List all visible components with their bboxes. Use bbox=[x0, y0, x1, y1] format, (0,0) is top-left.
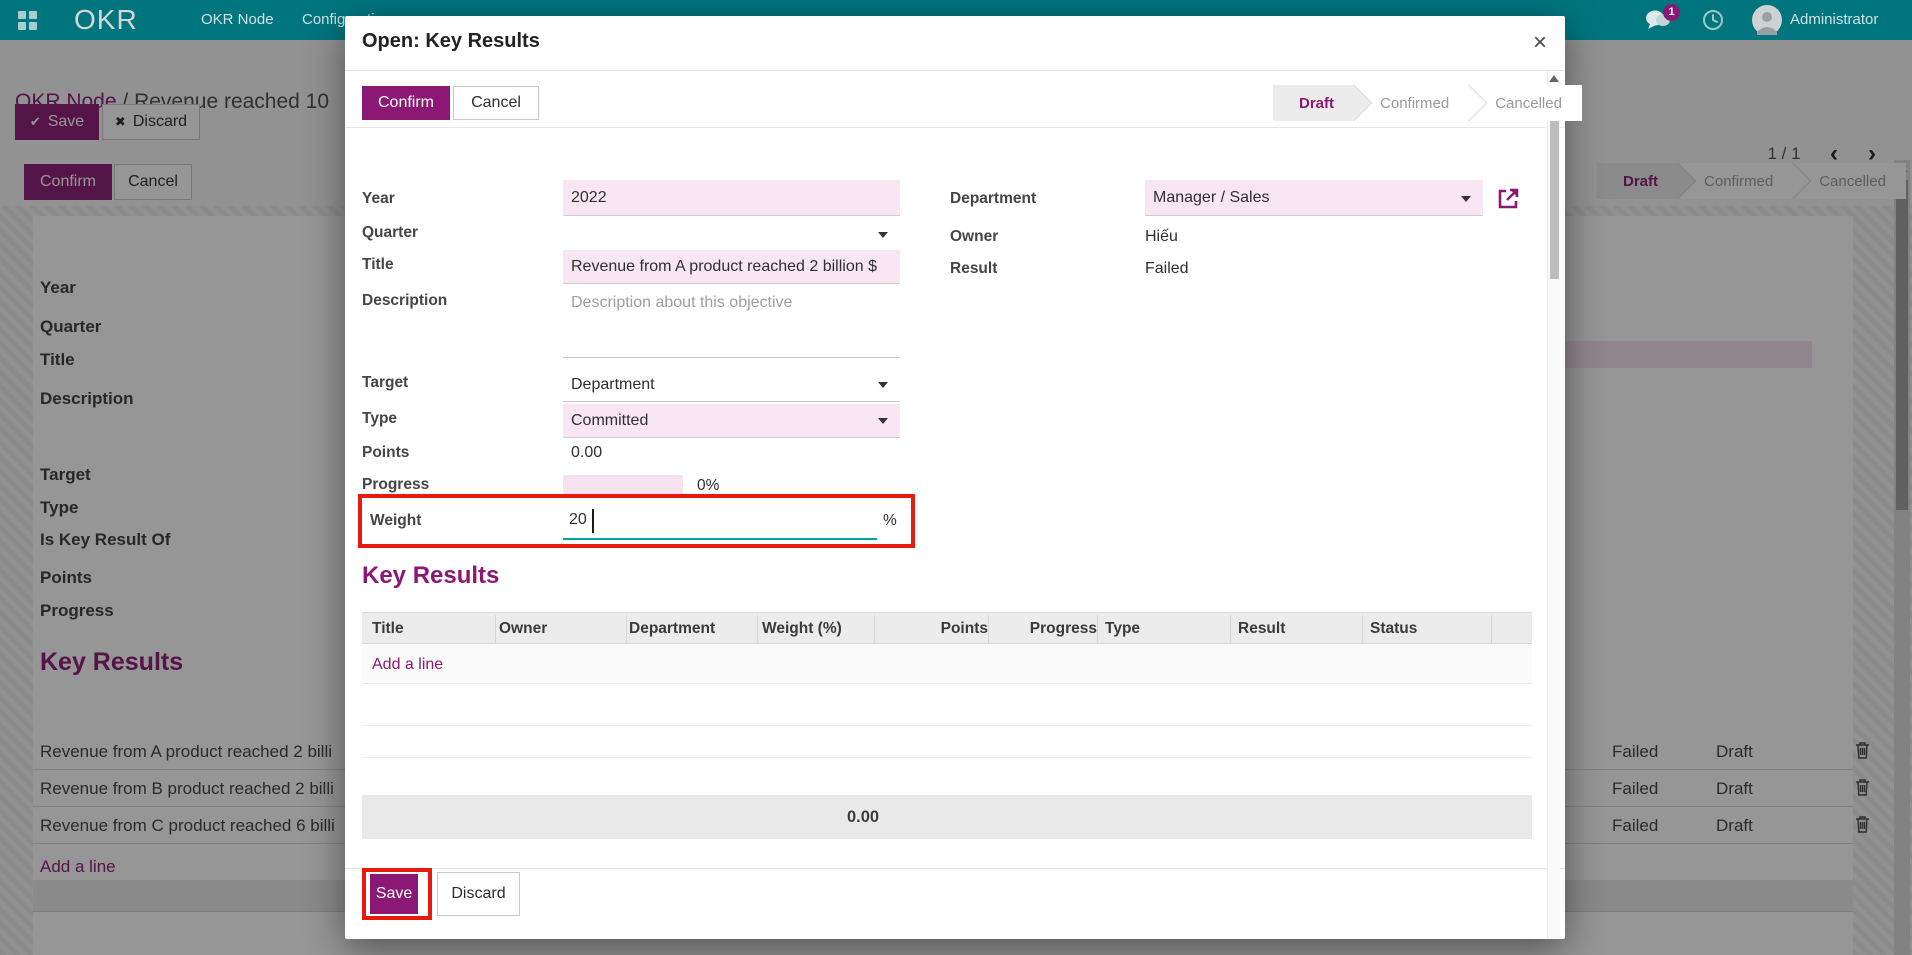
quarter-select[interactable] bbox=[563, 218, 900, 252]
col-title[interactable]: Title bbox=[372, 613, 404, 645]
modal-save-button[interactable]: Save bbox=[370, 874, 418, 914]
text-cursor bbox=[592, 509, 594, 533]
target-select[interactable]: Department bbox=[563, 368, 900, 402]
scroll-up-icon[interactable] bbox=[1549, 75, 1559, 82]
label-owner: Owner bbox=[950, 228, 998, 246]
col-owner[interactable]: Owner bbox=[499, 613, 547, 645]
col-progress[interactable]: Progress bbox=[988, 613, 1097, 645]
weight-input[interactable] bbox=[563, 502, 877, 540]
caret-down-icon bbox=[878, 232, 888, 238]
close-icon[interactable]: × bbox=[1525, 28, 1555, 58]
weight-total-value: 0.00 bbox=[813, 808, 913, 827]
caret-down-icon bbox=[878, 382, 888, 388]
type-value: Committed bbox=[571, 412, 648, 430]
modal-statusbar: Draft Confirmed Cancelled bbox=[1273, 85, 1582, 121]
modal-cancel-button[interactable]: Cancel bbox=[453, 86, 539, 120]
modal-title: Open: Key Results bbox=[362, 30, 540, 53]
caret-down-icon bbox=[878, 418, 888, 424]
label-department: Department bbox=[950, 190, 1036, 208]
department-select[interactable]: Manager / Sales bbox=[1145, 180, 1483, 216]
external-link-icon[interactable] bbox=[1496, 186, 1521, 211]
label-progress: Progress bbox=[362, 476, 429, 494]
label-type: Type bbox=[362, 410, 397, 428]
col-status[interactable]: Status bbox=[1370, 613, 1417, 645]
modal-confirm-label: Confirm bbox=[378, 94, 434, 112]
add-a-line[interactable]: Add a line bbox=[372, 645, 443, 684]
col-type[interactable]: Type bbox=[1105, 613, 1140, 645]
result-value: Failed bbox=[1145, 260, 1189, 278]
description-textarea[interactable] bbox=[563, 288, 900, 358]
modal-discard-label: Discard bbox=[451, 885, 505, 903]
type-select[interactable]: Committed bbox=[563, 404, 900, 438]
label-weight: Weight bbox=[370, 512, 421, 530]
modal-confirm-button[interactable]: Confirm bbox=[362, 86, 450, 120]
caret-down-icon bbox=[1461, 196, 1471, 202]
modal-save-label: Save bbox=[376, 885, 412, 903]
label-quarter: Quarter bbox=[362, 224, 418, 242]
label-result: Result bbox=[950, 260, 997, 278]
department-value: Manager / Sales bbox=[1153, 189, 1270, 207]
menu-okr-node[interactable]: OKR Node bbox=[201, 0, 274, 40]
message-count-badge: 1 bbox=[1663, 4, 1680, 21]
modal-discard-button[interactable]: Discard bbox=[437, 872, 520, 916]
app-brand: OKR bbox=[74, 0, 138, 40]
user-avatar[interactable] bbox=[1752, 5, 1782, 35]
owner-value: Hiếu bbox=[1145, 228, 1178, 246]
points-value: 0.00 bbox=[571, 444, 602, 462]
key-results-table-header: Title Owner Department Weight (%) Points… bbox=[362, 612, 1532, 644]
apps-grid-icon[interactable] bbox=[18, 11, 37, 30]
year-input[interactable] bbox=[563, 180, 900, 216]
target-value: Department bbox=[571, 376, 655, 394]
activity-clock-icon[interactable] bbox=[1702, 9, 1724, 31]
modal-scrollbar[interactable] bbox=[1547, 71, 1560, 939]
title-input[interactable] bbox=[563, 250, 900, 284]
modal-open-key-results: Open: Key Results × Confirm Cancel Draft… bbox=[345, 16, 1565, 939]
col-weight[interactable]: Weight (%) bbox=[762, 613, 842, 645]
weight-total-row: 0.00 bbox=[362, 795, 1532, 839]
label-target: Target bbox=[362, 374, 408, 392]
modal-cancel-label: Cancel bbox=[471, 94, 521, 112]
label-title: Title bbox=[362, 256, 394, 274]
label-points: Points bbox=[362, 444, 409, 462]
label-description: Description bbox=[362, 292, 447, 310]
modal-status-step-draft[interactable]: Draft bbox=[1273, 85, 1354, 121]
key-results-add-row: Add a line bbox=[362, 645, 1532, 684]
user-name[interactable]: Administrator bbox=[1790, 0, 1878, 40]
col-result[interactable]: Result bbox=[1238, 613, 1285, 645]
col-department[interactable]: Department bbox=[629, 613, 715, 645]
progress-value: 0% bbox=[697, 477, 719, 495]
screen: OKR OKR Node Configuration 1 Administrat… bbox=[0, 0, 1912, 955]
label-year: Year bbox=[362, 190, 395, 208]
weight-unit: % bbox=[883, 512, 897, 530]
col-points[interactable]: Points bbox=[874, 613, 988, 645]
key-results-heading: Key Results bbox=[362, 562, 499, 590]
